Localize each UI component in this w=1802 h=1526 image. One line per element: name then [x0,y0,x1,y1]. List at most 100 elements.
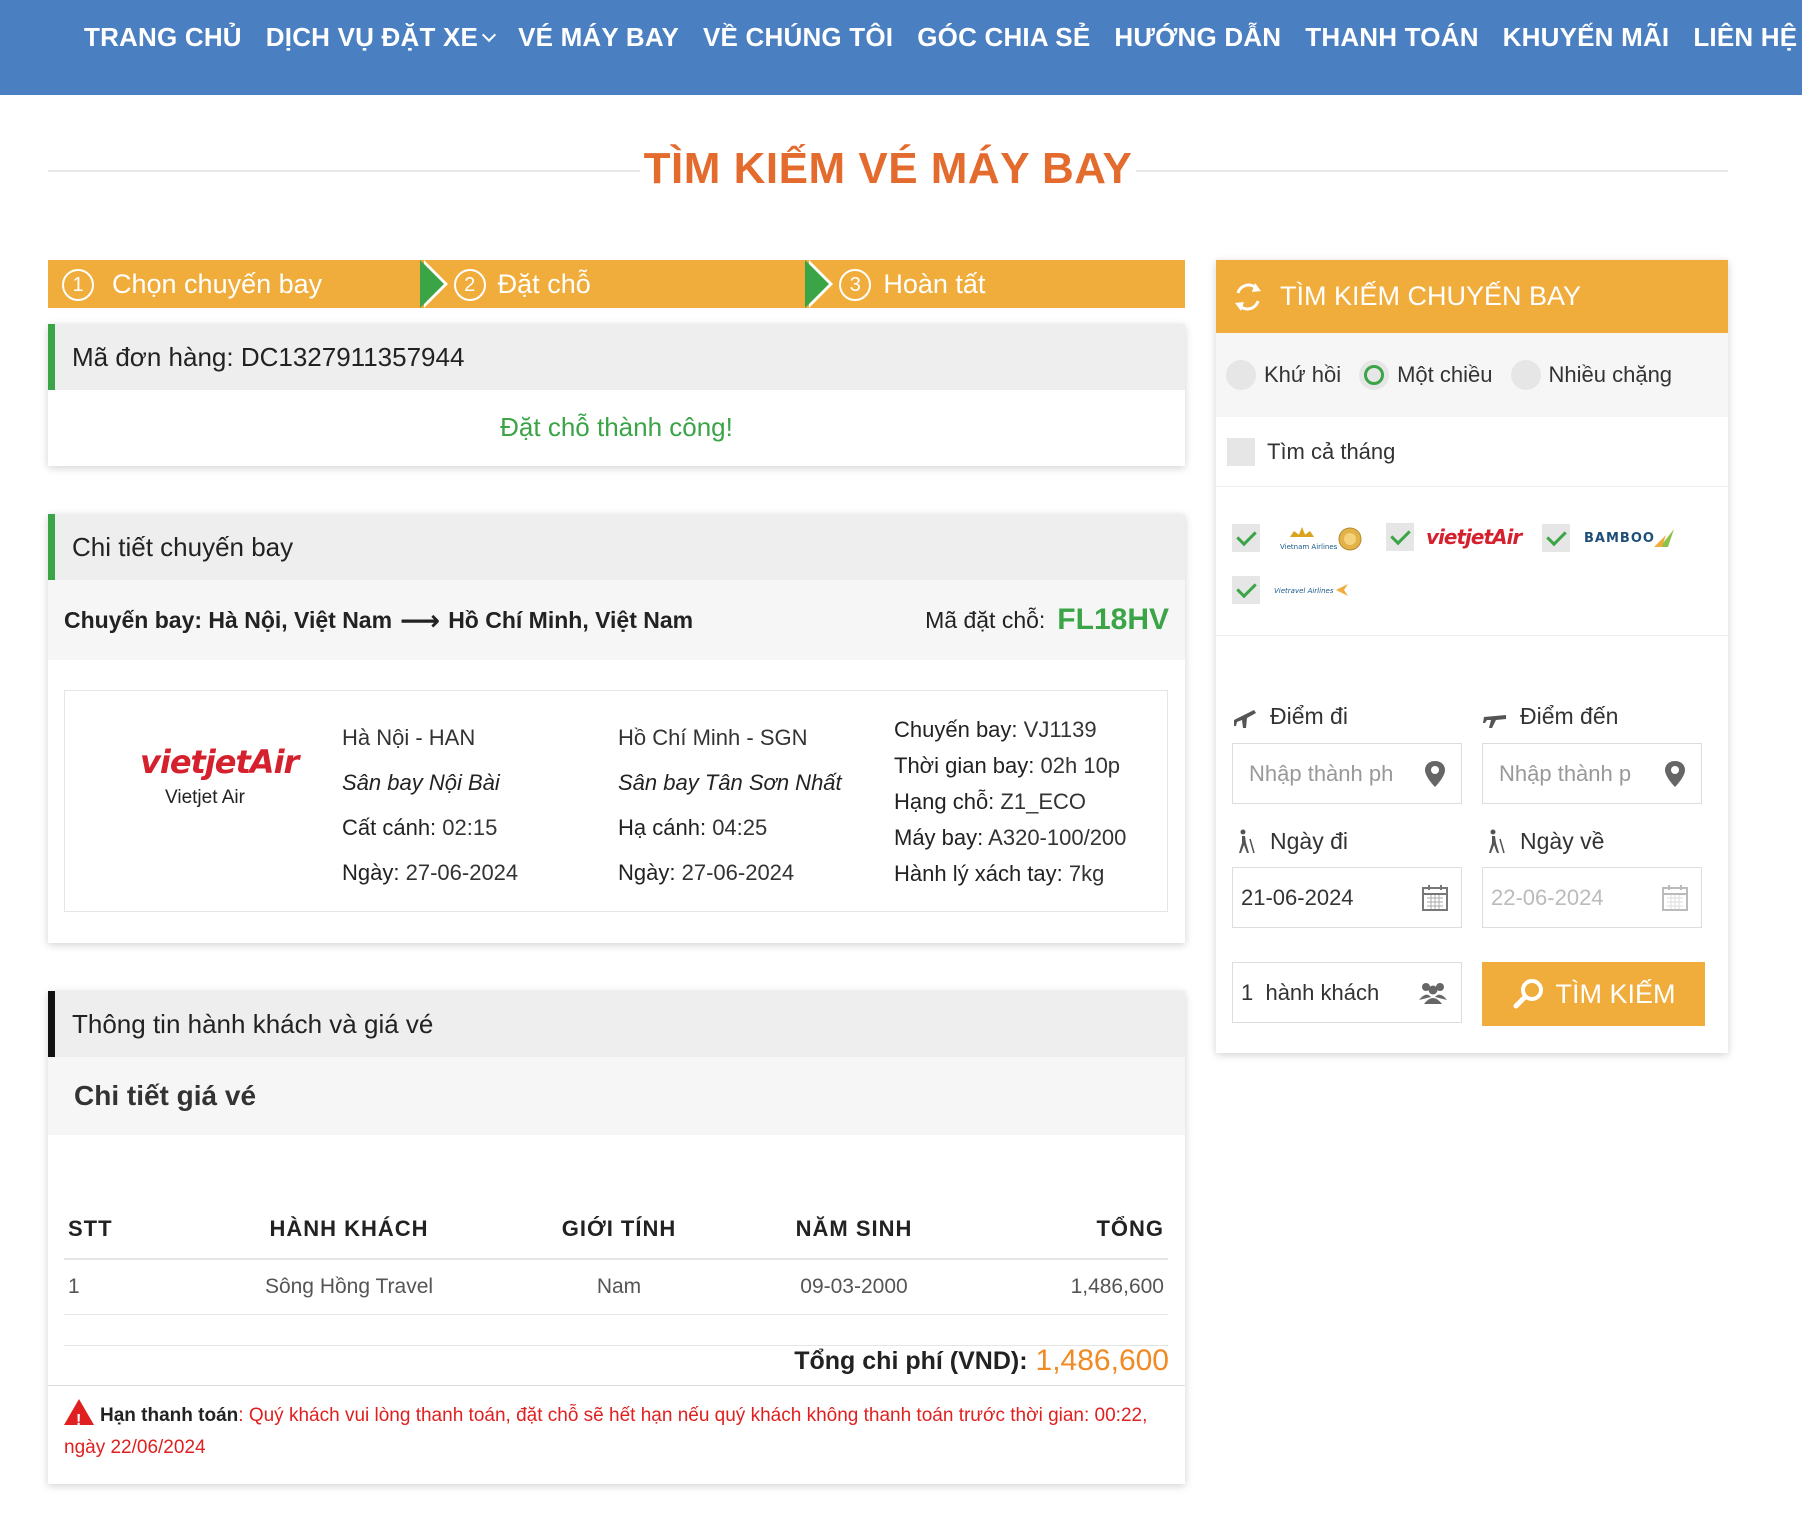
route-from: Chuyến bay: Hà Nội, Việt Nam [64,606,393,633]
page-title: TÌM KIẾM VÉ MÁY BAY [643,144,1133,193]
passenger-count-value: 1 hành khách [1241,979,1380,1005]
calendar-icon [1422,885,1448,911]
col-gender: GIỚI TÍNH [484,1199,754,1260]
departure-time: 02:15 [442,815,498,840]
passenger-table: STT HÀNH KHÁCH GIỚI TÍNH NĂM SINH TỔNG 1… [64,1199,1168,1315]
row-gender: Nam [484,1259,754,1315]
aircraft-row: Máy bay: A320-100/200 [894,820,1126,856]
depart-date-input[interactable]: 21-06-2024 [1232,867,1462,928]
plane-landing-icon [1483,714,1506,728]
trip-round[interactable]: Khứ hồi [1226,360,1341,390]
airline-checkbox[interactable] [1232,576,1260,604]
to-label: Điểm đến [1482,703,1618,730]
nav-contact[interactable]: LIÊN HỆ [1693,22,1797,53]
warning-icon: ! [64,1399,94,1429]
airline-checkbox[interactable] [1232,524,1260,552]
vietnam-airlines-logo-text: Vietnam Airlines [1280,543,1338,551]
airline-checkbox[interactable] [1386,523,1414,551]
whole-month-option[interactable]: Tìm cả tháng [1216,417,1728,487]
total-label: Tổng chi phí (VND): [794,1346,1028,1375]
to-input[interactable]: Nhập thành p [1482,743,1702,804]
return-label-text: Ngày về [1520,828,1605,854]
arrival-date: 27-06-2024 [681,860,795,885]
airline-filter-bamboo[interactable]: BAMBOO [1542,523,1677,553]
route-bar: Chuyến bay: Hà Nội, Việt Nam ⟶ Hồ Chí Mi… [48,580,1185,660]
arrival-time-row: Hạ cánh: 04:25 [618,805,842,850]
aircraft: A320-100/200 [988,825,1127,850]
flight-details-title: Chi tiết chuyến bay [48,514,1185,580]
vietjet-logo-small: vietjetAir [1426,525,1522,549]
col-passenger: HÀNH KHÁCH [214,1199,484,1260]
table-row: 1 Sông Hồng Travel Nam 09-03-2000 1,486,… [64,1259,1168,1315]
step-select-flight: 1 Chọn chuyến bay [48,260,448,308]
table-header-row: STT HÀNH KHÁCH GIỚI TÍNH NĂM SINH TỔNG [64,1199,1168,1260]
departure-date-label: Ngày: [342,860,400,885]
duration: 02h 10p [1040,753,1121,778]
arrival-date-label: Ngày: [618,860,676,885]
flight-number-label: Chuyến bay: [894,717,1018,742]
nav-about[interactable]: VỀ CHÚNG TÔI [703,22,893,53]
swap-arrows-icon [1235,282,1261,311]
arrival-time: 04:25 [712,815,768,840]
step-number: 2 [453,269,486,301]
col-total: TỔNG [954,1199,1168,1260]
airline-checkbox[interactable] [1542,524,1570,552]
search-button[interactable]: TÌM KIẾM [1482,962,1705,1026]
radio-round-trip[interactable] [1226,360,1256,390]
radio-one-way[interactable] [1359,360,1390,390]
to-placeholder: Nhập thành p [1499,760,1632,786]
depart-date-label: Ngày đi [1232,828,1348,855]
booking-code: FL18HV [1057,603,1169,636]
row-passenger: Sông Hồng Travel [214,1259,484,1315]
return-date-input[interactable]: 22-06-2024 [1482,867,1702,928]
step-label: Hoàn tất [883,268,986,299]
step-complete: 3 Hoàn tất [799,260,1186,308]
search-panel-title: TÌM KIẾM CHUYẾN BAY [1280,281,1582,311]
step-booking: 2 Đặt chỗ [413,260,834,308]
departure-time-row: Cất cánh: 02:15 [342,805,518,850]
trip-type-options: Khứ hồi Một chiều Nhiều chặng [1216,333,1728,417]
radio-multi-city[interactable] [1510,360,1541,390]
chevron-down-icon [481,27,497,42]
trip-multi[interactable]: Nhiều chặng [1510,360,1672,390]
top-nav: TRANG CHỦ DỊCH VỤ ĐẶT XE VÉ MÁY BAY VỀ C… [0,0,1802,95]
col-stt: STT [64,1199,214,1260]
whole-month-checkbox[interactable] [1227,437,1255,466]
airline-filter-vietnam-airlines[interactable]: Vietnam Airlines [1232,523,1362,553]
departure-date: 27-06-2024 [405,860,519,885]
airline-logo-block: vietjetAir Vietjet Air [140,743,299,809]
nav-car-service-label: DỊCH VỤ ĐẶT XE [265,22,479,52]
from-input[interactable]: Nhập thành ph [1232,743,1462,804]
arrival-date-row: Ngày: 27-06-2024 [618,850,842,895]
departure-airport: Sân bay Nội Bài [342,770,500,795]
class-row: Hạng chỗ: Z1_ECO [894,784,1126,820]
seat-class: Z1_ECO [1000,789,1087,814]
flight-number: VJ1139 [1023,717,1097,742]
from-label-text: Điểm đi [1270,703,1348,729]
deadline-label: Hạn thanh toán [100,1405,239,1426]
passenger-count-input[interactable]: 1 hành khách [1232,962,1462,1023]
search-button-label: TÌM KIẾM [1555,978,1676,1009]
nav-sharing[interactable]: GÓC CHIA SẺ [917,22,1090,53]
payment-deadline: ! Hạn thanh toán: Quý khách vui lòng than… [64,1399,1174,1464]
nav-car-service[interactable]: DỊCH VỤ ĐẶT XE [265,22,497,53]
departure-time-label: Cất cánh: [342,815,437,840]
search-icon [1513,979,1543,1009]
bamboo-airways-logo: BAMBOO [1584,529,1674,547]
nav-payment[interactable]: THANH TOÁN [1305,22,1478,53]
trip-one-way[interactable]: Một chiều [1359,360,1493,390]
nav-guide[interactable]: HƯỚNG DẪN [1114,22,1281,53]
vietnam-airlines-logo: Vietnam Airlines [1280,527,1362,551]
depart-date-value: 21-06-2024 [1241,884,1354,910]
airline-filter-vietjet[interactable]: vietjetAir [1386,523,1522,551]
nav-flights[interactable]: VÉ MÁY BAY [518,22,679,53]
nav-promotions[interactable]: KHUYẾN MÃI [1503,22,1670,53]
departure-date-row: Ngày: 27-06-2024 [342,850,518,895]
airline-filter-vietravel[interactable]: Vietravel Airlines [1232,576,1362,604]
departure-info: Hà Nội - HAN Sân bay Nội Bài Cất cánh: 0… [342,715,518,895]
route-to: Hồ Chí Minh, Việt Nam [448,606,694,633]
nav-home[interactable]: TRANG CHỦ [84,22,242,53]
step-arrow-icon [419,260,444,308]
return-date-value: 22-06-2024 [1491,884,1604,910]
baggage-label: Hành lý xách tay: [894,861,1063,886]
